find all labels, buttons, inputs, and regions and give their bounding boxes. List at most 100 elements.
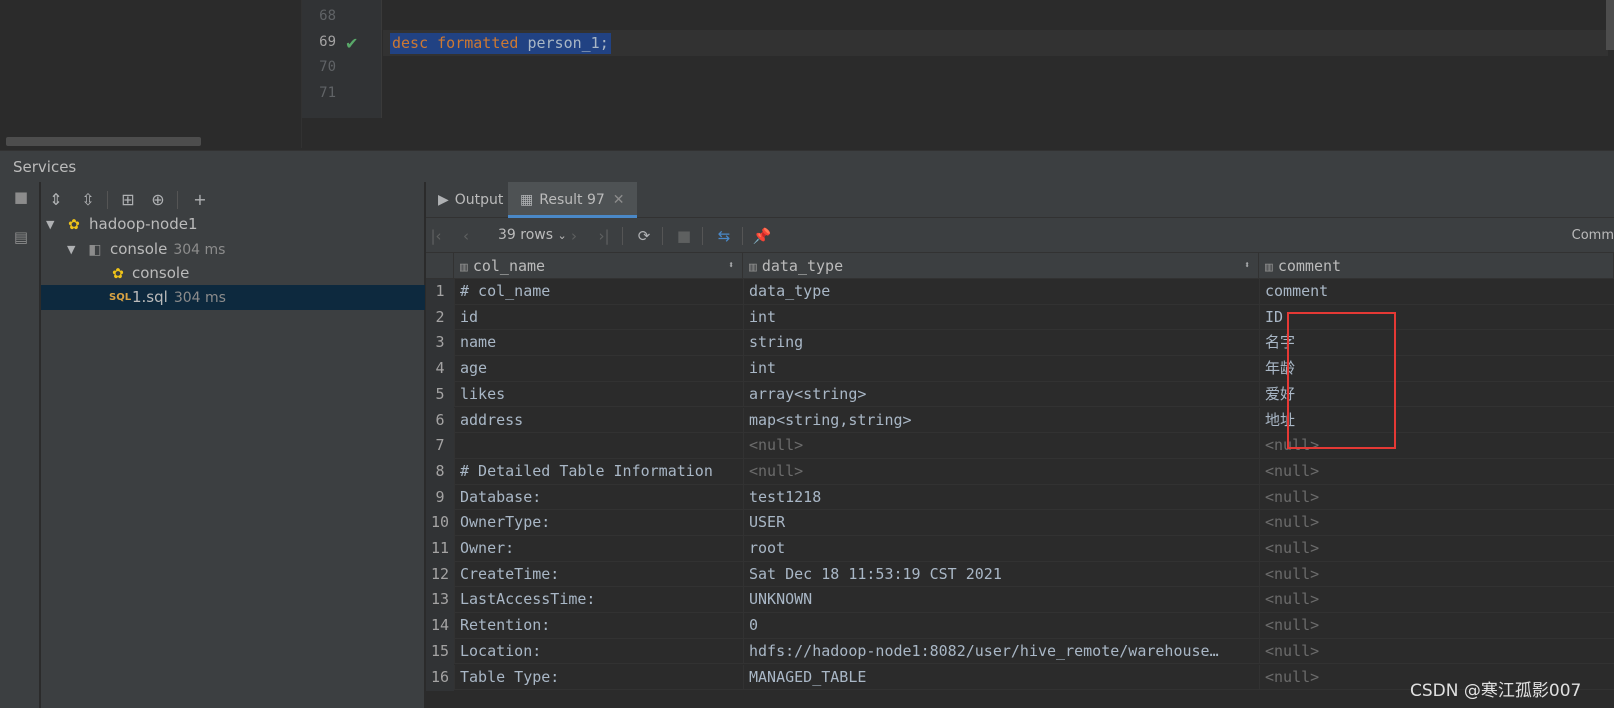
cell-comment[interactable]: comment (1259, 279, 1614, 305)
expand-arrow-icon[interactable]: ▼ (46, 212, 54, 237)
cell-data-type[interactable]: string (743, 330, 1259, 357)
cell-comment[interactable]: <null> (1259, 536, 1614, 562)
tree-item-console-session[interactable]: ▼ ◧ console 304 ms (41, 237, 425, 262)
cell-data-type[interactable]: test1218 (743, 484, 1259, 511)
table-row[interactable]: 15 Location: hdfs://hadoop-node1:8082/us… (426, 638, 1614, 665)
pin-tab-icon[interactable]: 📌 (752, 226, 772, 246)
execution-time: 304 ms (173, 290, 226, 306)
cell-data-type[interactable]: root (743, 536, 1259, 562)
cell-col-name[interactable]: likes (454, 381, 743, 408)
table-row[interactable]: 12 CreateTime: Sat Dec 18 11:53:19 CST 2… (426, 561, 1614, 588)
column-header-data-type[interactable]: ▥ data_type ⬍ (743, 253, 1259, 279)
cell-col-name[interactable] (454, 433, 743, 459)
table-row[interactable]: 1 # col_name data_type comment (426, 279, 1614, 305)
code-line-69[interactable]: desc formatted person_1; (390, 33, 611, 54)
cell-data-type[interactable]: map<string,string> (743, 407, 1259, 434)
cell-col-name[interactable]: name (454, 330, 743, 357)
close-tab-icon[interactable]: ✕ (613, 192, 625, 208)
column-header-comment[interactable]: ▥ comment (1259, 253, 1614, 279)
next-page-icon[interactable]: › (564, 226, 584, 246)
table-row[interactable]: 5 likes array<string> 爱好 (426, 381, 1614, 408)
table-row[interactable]: 2 id int ID (426, 304, 1614, 331)
table-row[interactable]: 9 Database: test1218 <null> (426, 484, 1614, 511)
code-editor[interactable]: 68 69 70 71 ✔ desc formatted person_1; (0, 0, 1614, 148)
cell-col-name[interactable]: Retention: (454, 613, 743, 639)
cell-comment[interactable]: <null> (1259, 510, 1614, 536)
cell-col-name[interactable]: address (454, 407, 743, 434)
previous-page-icon[interactable]: ‹ (456, 226, 476, 246)
cell-col-name[interactable]: age (454, 356, 743, 382)
tree-item-hadoop-node1[interactable]: ▼ ✿ hadoop-node1 (41, 212, 425, 237)
table-row[interactable]: 7 <null> <null> (426, 433, 1614, 460)
cell-data-type[interactable]: data_type (743, 279, 1259, 305)
cell-col-name[interactable]: Table Type: (454, 664, 743, 691)
cell-col-name[interactable]: # Detailed Table Information (454, 458, 743, 485)
tree-item-console[interactable]: ✿ console (41, 261, 425, 286)
cell-data-type[interactable]: int (743, 304, 1259, 331)
result-grid[interactable]: ▥ col_name ⬍ ▥ data_type ⬍ ▥ comment 1 # co… (426, 253, 1614, 708)
cell-data-type[interactable]: USER (743, 510, 1259, 536)
toolbar-separator (107, 191, 108, 209)
cell-col-name[interactable]: # col_name (454, 279, 743, 305)
horizontal-scrollbar[interactable] (6, 137, 201, 146)
line-number: 71 (319, 85, 336, 101)
cell-col-name[interactable]: OwnerType: (454, 510, 743, 536)
compare-icon[interactable]: ⇆ (714, 226, 734, 246)
cell-data-type[interactable]: array<string> (743, 381, 1259, 408)
table-row[interactable]: 13 LastAccessTime: UNKNOWN <null> (426, 587, 1614, 614)
table-row[interactable]: 3 name string 名字 (426, 330, 1614, 357)
cell-data-type[interactable]: hdfs://hadoop-node1:8082/user/hive_remot… (743, 638, 1259, 665)
cell-comment[interactable]: <null> (1259, 561, 1614, 588)
hive-console-icon: ✿ (112, 266, 124, 282)
cell-col-name[interactable]: CreateTime: (454, 561, 743, 588)
stop-icon[interactable]: ■ (12, 188, 30, 206)
new-tab-icon[interactable]: ⊕ (147, 190, 169, 210)
table-row[interactable]: 11 Owner: root <null> (426, 536, 1614, 562)
cell-data-type[interactable]: <null> (743, 458, 1259, 485)
cell-col-name[interactable]: Owner: (454, 536, 743, 562)
column-header-col-name[interactable]: ▥ col_name ⬍ (454, 253, 743, 279)
table-row[interactable]: 6 address map<string,string> 地址 (426, 407, 1614, 434)
collapse-all-icon[interactable]: ⇳ (77, 190, 99, 210)
tree-item-1-sql[interactable]: SQL 1.sql 304 ms (41, 285, 425, 310)
sort-icon[interactable]: ⬍ (728, 253, 734, 279)
cell-comment[interactable]: <null> (1259, 613, 1614, 639)
table-row[interactable]: 10 OwnerType: USER <null> (426, 510, 1614, 537)
cell-comment[interactable]: <null> (1259, 458, 1614, 485)
cell-col-name[interactable]: Location: (454, 638, 743, 665)
cell-comment[interactable]: <null> (1259, 638, 1614, 665)
vertical-scrollbar[interactable] (1606, 0, 1614, 50)
cell-col-name[interactable]: id (454, 304, 743, 331)
cell-col-name[interactable]: LastAccessTime: (454, 587, 743, 614)
table-row[interactable]: 4 age int 年龄 (426, 356, 1614, 383)
first-page-icon[interactable]: |‹ (426, 226, 446, 246)
add-service-icon[interactable]: + (189, 190, 211, 210)
cell-col-name[interactable]: Database: (454, 484, 743, 511)
layout-icon[interactable]: ▤ (12, 228, 30, 246)
row-number: 6 (426, 407, 454, 434)
sort-icon[interactable]: ⬍ (1244, 253, 1250, 279)
table-row[interactable]: 14 Retention: 0 <null> (426, 613, 1614, 640)
refresh-icon[interactable]: ⟳ (634, 226, 654, 246)
tab-result[interactable]: ▦ Result 97 ✕ (508, 182, 637, 218)
cell-data-type[interactable]: Sat Dec 18 11:53:19 CST 2021 (743, 561, 1259, 588)
last-page-icon[interactable]: ›| (594, 226, 614, 246)
table-row[interactable]: 8 # Detailed Table Information <null> <n… (426, 458, 1614, 485)
execution-time: 304 ms (173, 242, 226, 258)
tab-label: Output (454, 192, 504, 208)
result-tabs-bar: ▶ Output ▦ Result 97 ✕ (426, 182, 1614, 218)
cell-data-type[interactable]: int (743, 356, 1259, 382)
cell-comment[interactable]: <null> (1259, 587, 1614, 614)
cell-data-type[interactable]: MANAGED_TABLE (743, 664, 1259, 691)
cell-data-type[interactable]: 0 (743, 613, 1259, 639)
cell-data-type[interactable]: <null> (743, 433, 1259, 459)
expand-all-icon[interactable]: ⇕ (45, 190, 67, 210)
tab-output[interactable]: ▶ Output (430, 182, 511, 218)
row-count-dropdown[interactable]: 39 rows ⌄ (498, 227, 567, 243)
comparison-label[interactable]: Comm (1572, 228, 1614, 243)
expand-arrow-icon[interactable]: ▼ (67, 237, 75, 262)
cell-comment[interactable]: <null> (1259, 484, 1614, 511)
cell-data-type[interactable]: UNKNOWN (743, 587, 1259, 614)
group-by-icon[interactable]: ⊞ (117, 190, 139, 210)
stop-icon[interactable]: ■ (674, 226, 694, 246)
